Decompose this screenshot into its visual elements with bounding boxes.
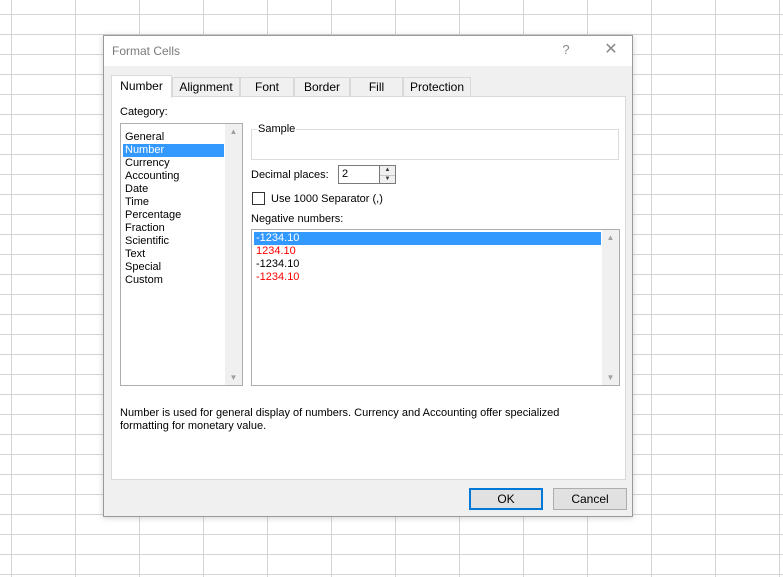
format-cells-dialog: Format Cells ? ✕ Number Alignment Font B… — [103, 35, 633, 517]
scroll-up-icon[interactable]: ▲ — [225, 124, 242, 139]
decimal-places-spinner[interactable]: ▲ ▼ — [380, 165, 396, 184]
negative-numbers-list[interactable]: -1234.10 1234.10 -1234.10 -1234.10 ▲ ▼ — [251, 229, 620, 386]
category-item-currency[interactable]: Currency — [123, 157, 224, 170]
category-item-number[interactable]: Number — [123, 144, 224, 157]
tab-number[interactable]: Number — [111, 75, 172, 98]
tab-fill[interactable]: Fill — [350, 77, 403, 96]
negative-item-3[interactable]: -1234.10 — [254, 258, 601, 271]
negative-scrollbar[interactable]: ▲ ▼ — [602, 230, 619, 385]
separator-label[interactable]: Use 1000 Separator (,) — [271, 193, 383, 205]
dialog-title: Format Cells — [112, 44, 181, 58]
description-line-1: Number is used for general display of nu… — [120, 407, 560, 419]
number-tab-panel: Category: General Number Currency Accoun… — [111, 96, 626, 480]
decimal-places-label: Decimal places: — [251, 169, 329, 181]
category-list[interactable]: General Number Currency Accounting Date … — [120, 123, 243, 386]
scroll-down-icon[interactable]: ▼ — [602, 370, 619, 385]
negative-item-2[interactable]: 1234.10 — [254, 245, 601, 258]
description-line-2: formatting for monetary value. — [120, 420, 267, 432]
negative-item-4[interactable]: -1234.10 — [254, 271, 601, 284]
scroll-down-icon[interactable]: ▼ — [225, 370, 242, 385]
cancel-button[interactable]: Cancel — [553, 488, 627, 510]
close-icon[interactable]: ✕ — [600, 40, 622, 60]
category-item-scientific[interactable]: Scientific — [123, 235, 224, 248]
tab-border[interactable]: Border — [294, 77, 350, 96]
negative-numbers-label: Negative numbers: — [251, 213, 344, 225]
sample-label: Sample — [257, 123, 297, 135]
category-item-custom[interactable]: Custom — [123, 274, 224, 287]
category-item-accounting[interactable]: Accounting — [123, 170, 224, 183]
help-icon[interactable]: ? — [555, 40, 577, 60]
category-item-time[interactable]: Time — [123, 196, 224, 209]
tab-alignment[interactable]: Alignment — [172, 77, 240, 96]
separator-checkbox[interactable] — [252, 192, 265, 205]
scroll-up-icon[interactable]: ▲ — [602, 230, 619, 245]
tab-protection[interactable]: Protection — [403, 77, 471, 96]
category-item-percentage[interactable]: Percentage — [123, 209, 224, 222]
ok-button[interactable]: OK — [469, 488, 543, 510]
category-item-date[interactable]: Date — [123, 183, 224, 196]
format-description: Number is used for general display of nu… — [120, 407, 620, 433]
category-item-text[interactable]: Text — [123, 248, 224, 261]
category-label: Category: — [120, 106, 168, 118]
category-item-general[interactable]: General — [123, 131, 224, 144]
category-item-fraction[interactable]: Fraction — [123, 222, 224, 235]
decimal-places-input[interactable]: 2 — [338, 165, 380, 184]
dialog-titlebar[interactable]: Format Cells ? ✕ — [104, 36, 632, 66]
spin-down-icon[interactable]: ▼ — [380, 175, 395, 184]
category-scrollbar[interactable]: ▲ ▼ — [225, 124, 242, 385]
category-item-special[interactable]: Special — [123, 261, 224, 274]
negative-item-1[interactable]: -1234.10 — [254, 232, 601, 245]
tab-font[interactable]: Font — [240, 77, 294, 96]
sample-box — [251, 129, 619, 160]
